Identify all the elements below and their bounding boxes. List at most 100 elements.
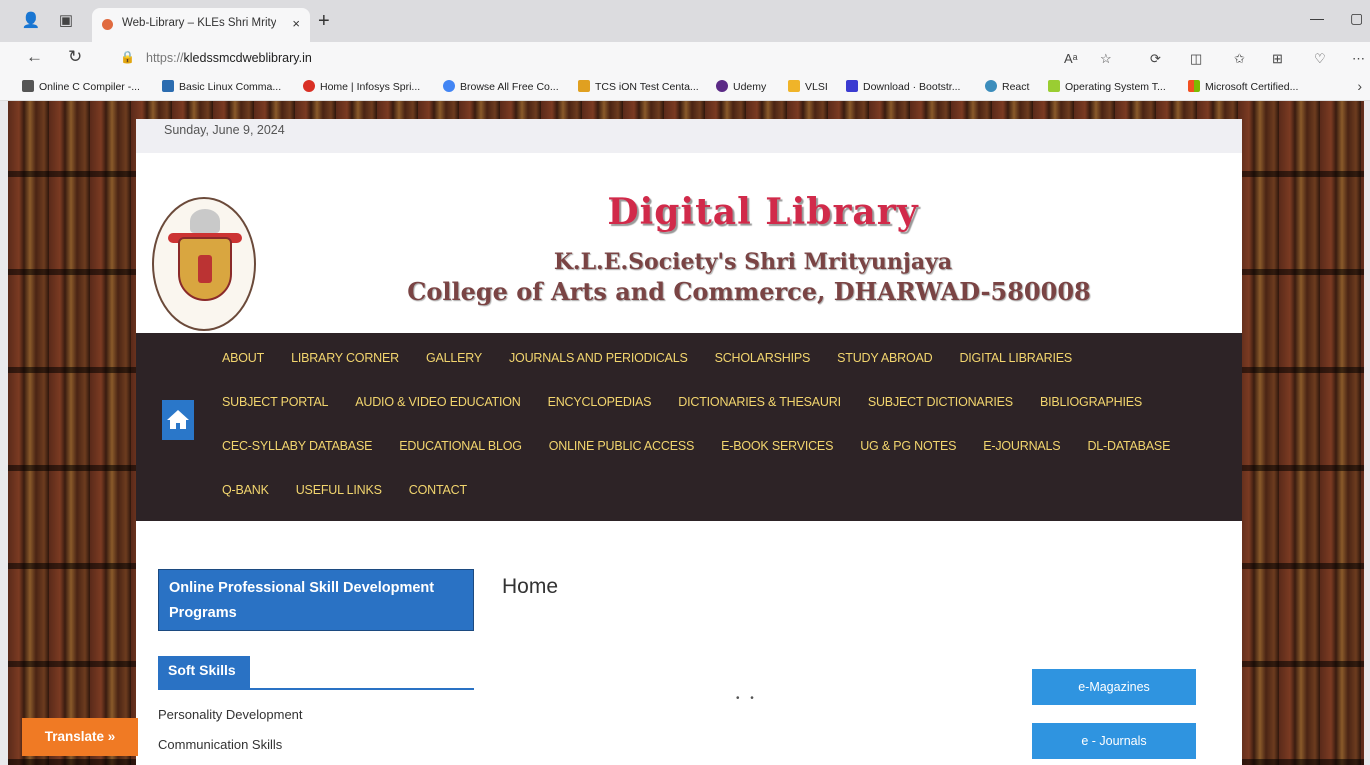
favorites-icon[interactable]: ✩ — [1234, 51, 1245, 67]
nav-ug-pg-notes[interactable]: UG & PG NOTES — [860, 439, 956, 453]
bookmark-item[interactable]: VLSI — [788, 80, 828, 93]
url-scheme: https:// — [146, 51, 184, 65]
nav-digital-libraries[interactable]: DIGITAL LIBRARIES — [959, 351, 1072, 365]
nav-dl-database[interactable]: DL-DATABASE — [1087, 439, 1170, 453]
main-nav: ABOUT LIBRARY CORNER GALLERY JOURNALS AND P… — [136, 333, 1242, 521]
bookmark-label: Microsoft Certified... — [1205, 81, 1299, 93]
site-favicon-icon — [102, 19, 113, 30]
translate-button[interactable]: Translate » — [22, 718, 138, 756]
nav-gallery[interactable]: GALLERY — [426, 351, 482, 365]
bookmark-item[interactable]: Online C Compiler -... — [22, 80, 140, 93]
nav-q-bank[interactable]: Q-BANK — [222, 483, 269, 497]
extension-icon[interactable]: ⟳ — [1150, 51, 1161, 67]
e-magazines-button[interactable]: e-Magazines — [1032, 669, 1196, 705]
date-strip: Sunday, June 9, 2024 — [136, 119, 1242, 153]
new-tab-icon[interactable]: + — [318, 10, 330, 32]
main-content: Online Professional Skill Development Pr… — [136, 521, 1242, 765]
back-arrow-icon[interactable]: ← — [26, 47, 43, 67]
google-icon — [443, 80, 455, 92]
profile-icon[interactable]: 👤 — [20, 10, 42, 32]
tab-web-library[interactable]: Web-Library – KLEs Shri Mrityun × — [92, 8, 310, 42]
infosys-icon — [303, 80, 315, 92]
browser-essentials-icon[interactable]: ♡ — [1314, 51, 1326, 67]
nav-ejournals[interactable]: E-JOURNALS — [983, 439, 1060, 453]
tab-title: Web-Library – KLEs Shri Mrityun — [122, 17, 276, 29]
bookmark-item[interactable]: TCS iON Test Centa... — [578, 80, 699, 93]
tcs-icon — [578, 80, 590, 92]
nav-journals-periodicals[interactable]: JOURNALS AND PERIODICALS — [509, 351, 688, 365]
bookmark-label: TCS iON Test Centa... — [595, 81, 699, 93]
minimize-icon[interactable]: — — [1310, 10, 1324, 26]
split-screen-icon[interactable]: ◫ — [1190, 51, 1202, 67]
nav-encyclopedias[interactable]: ENCYCLOPEDIAS — [548, 395, 652, 409]
tab-close-icon[interactable]: × — [292, 16, 300, 31]
skill-development-banner[interactable]: Online Professional Skill Development Pr… — [158, 569, 474, 631]
nav-library-corner[interactable]: LIBRARY CORNER — [291, 351, 399, 365]
code-icon — [22, 80, 34, 92]
e-journals-button[interactable]: e - Journals — [1032, 723, 1196, 759]
os-icon — [1048, 80, 1060, 92]
nav-cec-syllaby-database[interactable]: CEC-SYLLABY DATABASE — [222, 439, 372, 453]
nav-ebook-services[interactable]: E-BOOK SERVICES — [721, 439, 833, 453]
site-title-text: Digital Library — [607, 191, 919, 233]
home-button[interactable] — [162, 400, 194, 440]
college-name: College of Arts and Commerce, DHARWAD-58… — [136, 277, 1242, 306]
nav-educational-blog[interactable]: EDUCATIONAL BLOG — [399, 439, 522, 453]
bookmark-item[interactable]: React — [985, 80, 1029, 93]
bookmark-label: Home | Infosys Spri... — [320, 81, 421, 93]
bookmark-item[interactable]: Browse All Free Co... — [443, 80, 559, 93]
page-heading: Home — [502, 575, 559, 598]
nav-subject-portal[interactable]: SUBJECT PORTAL — [222, 395, 328, 409]
soft-skills-tab[interactable]: Soft Skills — [158, 656, 250, 688]
collections-icon[interactable]: ⊞ — [1272, 51, 1283, 67]
nav-useful-links[interactable]: USEFUL LINKS — [296, 483, 382, 497]
bookmark-label: Download · Bootstr... — [863, 81, 961, 93]
nav-scholarships[interactable]: SCHOLARSHIPS — [715, 351, 811, 365]
slider-dots[interactable]: • • — [736, 693, 758, 704]
bookmark-item[interactable]: Download · Bootstr... — [846, 80, 960, 93]
bookmark-label: React — [1002, 81, 1030, 93]
society-name: K.L.E.Society's Shri Mrityunjaya — [136, 249, 1242, 275]
site-title: Digital Library — [136, 191, 1242, 233]
tab-actions-icon[interactable]: ▣ — [55, 10, 77, 32]
url-field[interactable]: 🔒 https://kledssmcdweblibrary.in — [118, 46, 1148, 70]
nav-audio-video-education[interactable]: AUDIO & VIDEO EDUCATION — [355, 395, 521, 409]
microsoft-icon — [1188, 80, 1200, 92]
link-communication-skills[interactable]: Communication Skills — [158, 737, 282, 752]
chevron-right-icon[interactable]: › — [1357, 78, 1362, 94]
nav-subject-dictionaries[interactable]: SUBJECT DICTIONARIES — [868, 395, 1013, 409]
nav-bibliographies[interactable]: BIBLIOGRAPHIES — [1040, 395, 1142, 409]
current-date: Sunday, June 9, 2024 — [164, 123, 285, 137]
bookmark-item[interactable]: Operating System T... — [1048, 80, 1166, 93]
skill-development-text: Online Professional Skill Development Pr… — [169, 580, 435, 621]
bookmarks-bar: Online C Compiler -... Basic Linux Comma… — [0, 74, 1370, 101]
more-menu-icon[interactable]: ⋯ — [1352, 51, 1365, 67]
college-name-text: College of Arts and Commerce, DHARWAD-58… — [407, 277, 1091, 306]
favorite-star-icon[interactable]: ☆ — [1100, 51, 1112, 67]
read-aloud-icon[interactable]: Aᵃ — [1064, 51, 1078, 66]
society-name-text: K.L.E.Society's Shri Mrityunjaya — [553, 249, 953, 275]
bookmark-label: Udemy — [733, 81, 767, 93]
url-text: https://kledssmcdweblibrary.in — [146, 51, 312, 65]
link-personality-development[interactable]: Personality Development — [158, 707, 303, 722]
bookmark-item[interactable]: Udemy — [716, 80, 766, 93]
nav-online-public-access[interactable]: ONLINE PUBLIC ACCESS — [549, 439, 695, 453]
bookmark-item[interactable]: Basic Linux Comma... — [162, 80, 281, 93]
nav-row-1: ABOUT LIBRARY CORNER GALLERY JOURNALS AND P… — [222, 349, 1099, 369]
bookmark-item[interactable]: Microsoft Certified... — [1188, 80, 1298, 93]
nav-contact[interactable]: CONTACT — [409, 483, 467, 497]
nav-study-abroad[interactable]: STUDY ABROAD — [837, 351, 933, 365]
site-info-icon[interactable]: 🔒 — [120, 50, 135, 64]
refresh-icon[interactable]: ↻ — [68, 47, 82, 67]
site-header — [136, 153, 1242, 333]
bootstrap-icon — [846, 80, 858, 92]
soft-skills-label: Soft Skills — [168, 662, 236, 678]
folder-icon — [788, 80, 800, 92]
nav-row-2: SUBJECT PORTAL AUDIO & VIDEO EDUCATION ENC… — [222, 393, 1169, 413]
nav-about[interactable]: ABOUT — [222, 351, 264, 365]
bookmark-item[interactable]: Home | Infosys Spri... — [303, 80, 420, 93]
page-background: Sunday, June 9, 2024 Digital Library K.L… — [8, 101, 1364, 765]
maximize-icon[interactable]: ▢ — [1350, 10, 1363, 27]
soft-skills-divider — [158, 688, 474, 690]
nav-dictionaries-thesauri[interactable]: DICTIONARIES & THESAURI — [678, 395, 841, 409]
